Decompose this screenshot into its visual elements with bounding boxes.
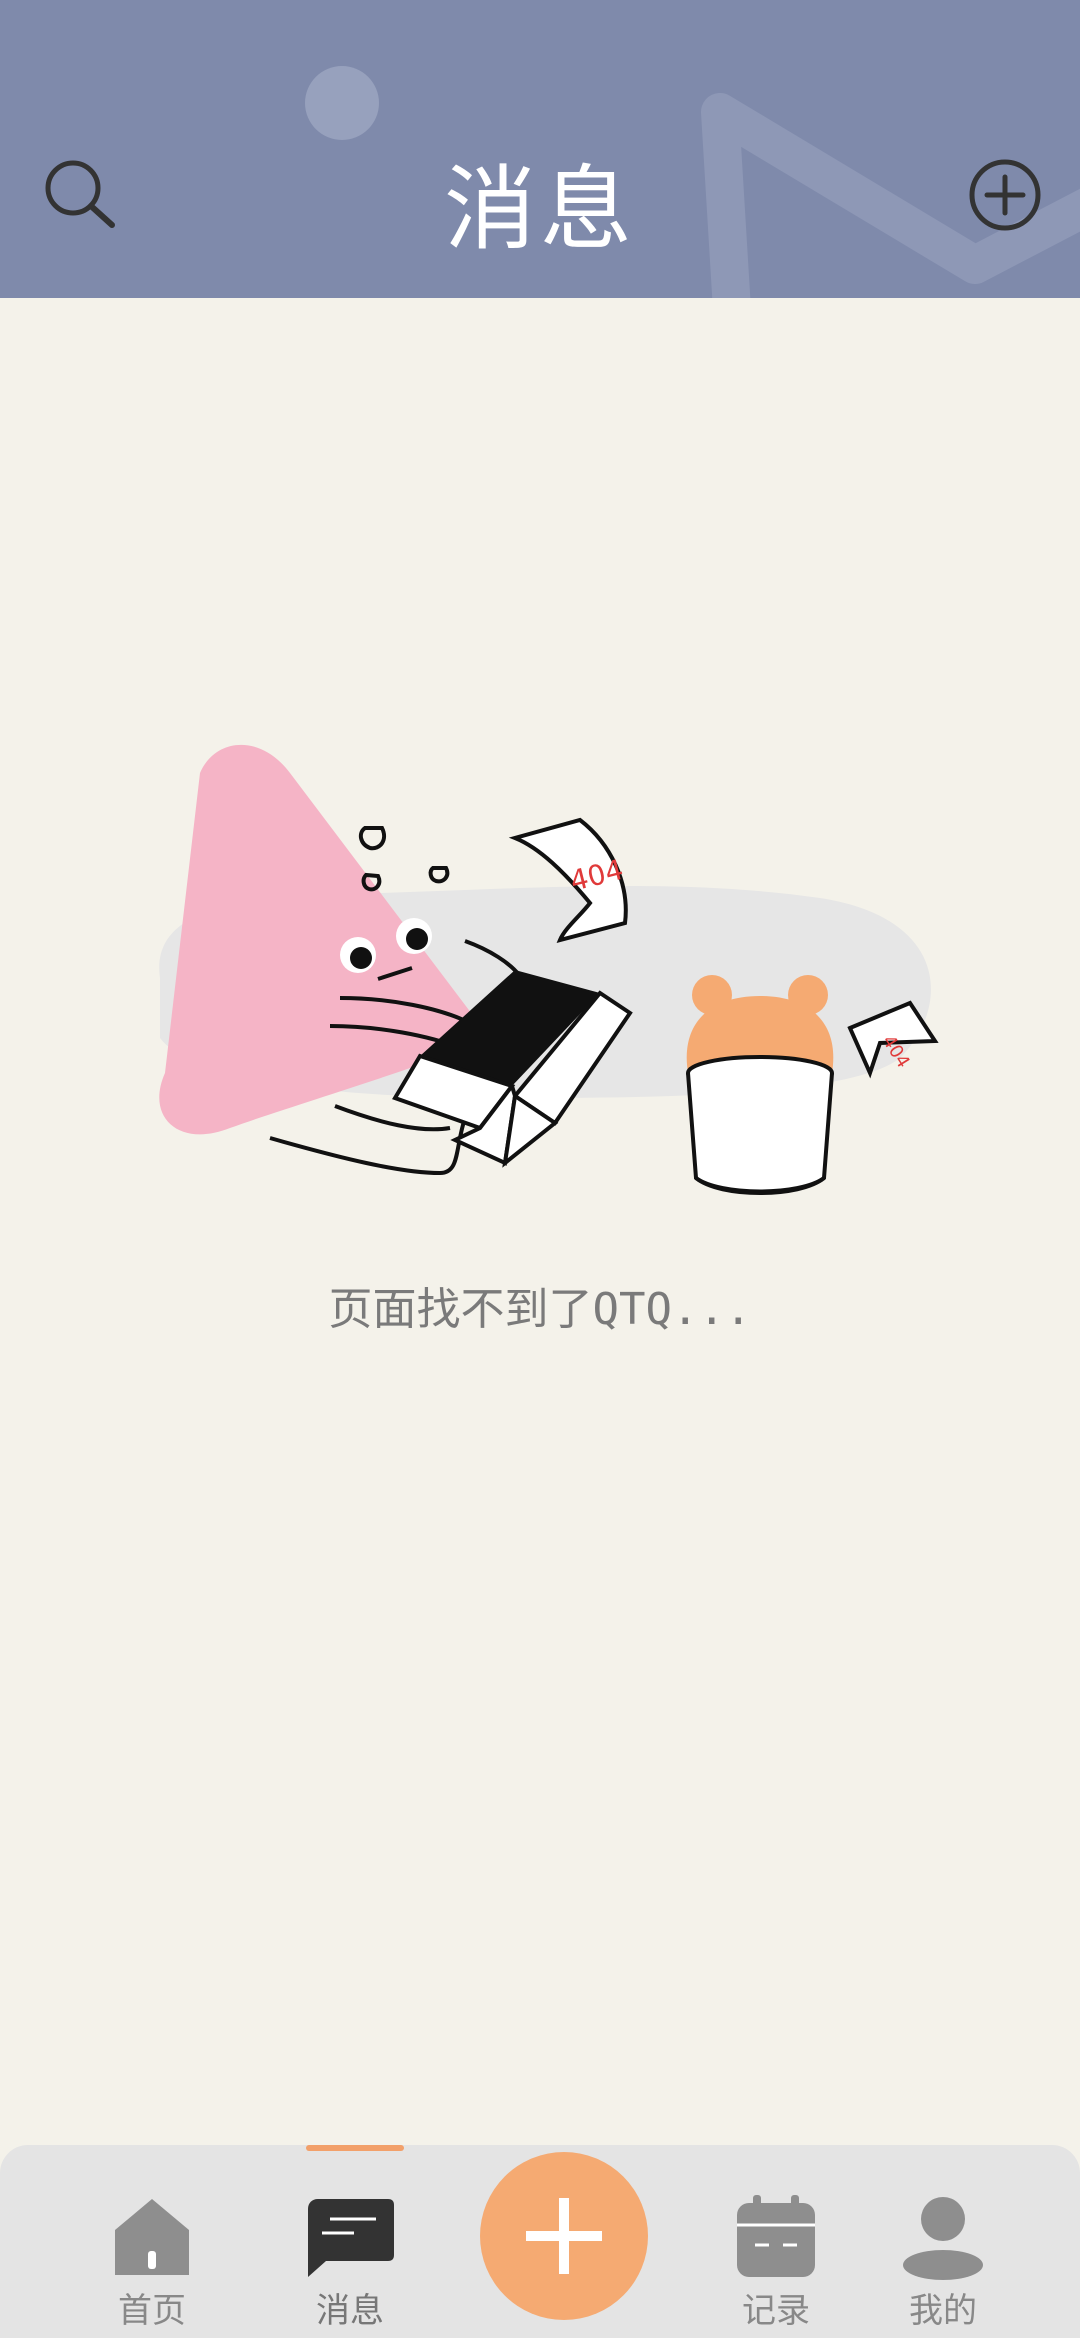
add-button[interactable] [960,150,1050,240]
empty-state-message: 页面找不到了QTQ... [328,1284,752,1335]
tab-records[interactable]: 记录 [711,2145,841,2338]
not-found-illustration: 404 404 [159,744,939,1195]
message-icon [308,2199,394,2277]
plus-icon [526,2198,602,2274]
active-tab-indicator [306,2145,404,2151]
tab-label-home: 首页 [118,2291,186,2331]
create-button[interactable] [480,2152,648,2320]
main-content: 404 404 页面找不到了QTQ... [0,298,1080,2148]
tab-label-messages: 消息 [316,2291,384,2331]
page-title: 消息 [443,156,636,263]
tab-messages[interactable]: 消息 [285,2145,415,2338]
tab-label-profile: 我的 [909,2291,977,2331]
top-header: 消息 [0,0,1080,298]
home-icon [115,2199,189,2275]
tab-profile[interactable]: 我的 [878,2145,1008,2338]
user-icon [903,2197,983,2280]
tab-home[interactable]: 首页 [87,2145,217,2338]
calendar-icon [737,2195,815,2277]
add-circle-icon [969,159,1041,231]
tab-label-records: 记录 [742,2291,810,2331]
